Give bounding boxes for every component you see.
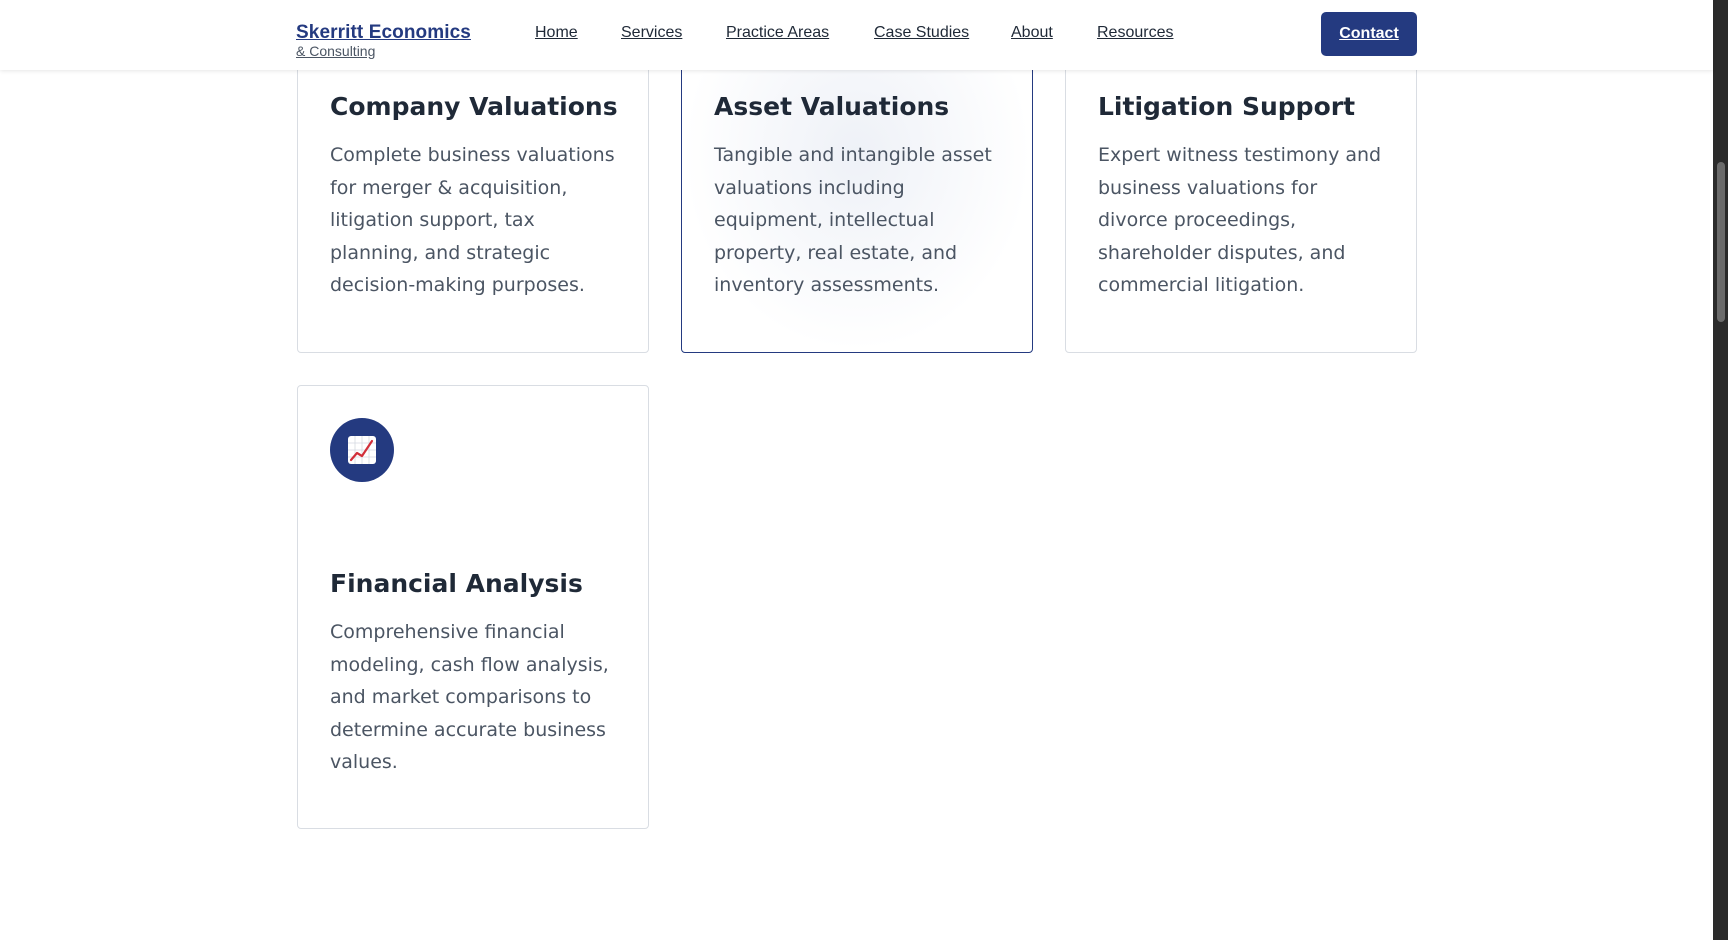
card-title: Company Valuations bbox=[330, 92, 618, 121]
nav-resources[interactable]: Resources bbox=[1097, 24, 1173, 42]
chart-increasing-icon bbox=[330, 418, 394, 482]
scrollbar-thumb[interactable] bbox=[1717, 162, 1725, 322]
service-card-financial-analysis[interactable]: Financial Analysis Comprehensive financi… bbox=[297, 385, 649, 829]
nav-services[interactable]: Services bbox=[621, 24, 682, 42]
card-title: Asset Valuations bbox=[714, 92, 950, 121]
nav-home[interactable]: Home bbox=[535, 24, 578, 42]
contact-button[interactable]: Contact bbox=[1321, 12, 1417, 56]
card-description: Complete business valuations for merger … bbox=[330, 144, 615, 296]
chart-increasing-glyph bbox=[348, 436, 376, 464]
site-header: Skerritt Economics & Consulting Home Ser… bbox=[0, 0, 1713, 70]
page-scrollbar[interactable] bbox=[1713, 0, 1728, 940]
nav-practice-areas[interactable]: Practice Areas bbox=[726, 24, 829, 42]
card-description: Comprehensive financial modeling, cash f… bbox=[330, 621, 609, 773]
card-title: Financial Analysis bbox=[330, 569, 583, 598]
brand-tagline[interactable]: & Consulting bbox=[296, 43, 375, 59]
brand-logo-link[interactable]: Skerritt Economics bbox=[296, 22, 471, 44]
card-title: Litigation Support bbox=[1098, 92, 1356, 121]
nav-case-studies[interactable]: Case Studies bbox=[874, 24, 969, 42]
card-description: Tangible and intangible asset valuations… bbox=[714, 144, 992, 296]
nav-about[interactable]: About bbox=[1011, 24, 1053, 42]
card-description: Expert witness testimony and business va… bbox=[1098, 144, 1382, 296]
